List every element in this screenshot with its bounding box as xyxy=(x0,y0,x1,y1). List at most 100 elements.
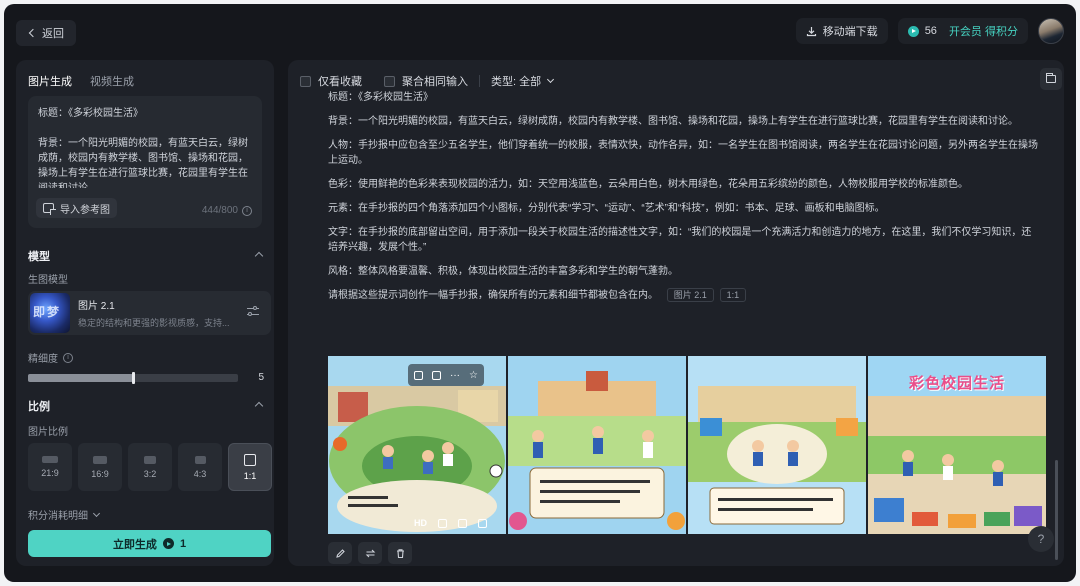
points-detail-toggle[interactable]: 积分消耗明细 xyxy=(28,507,101,522)
folder-button[interactable] xyxy=(1040,68,1062,90)
prompt-paragraph: 色彩：使用鲜艳的色彩来表现校园的活力，如：天空用浅蓝色，云朵用白色，树木用绿色，… xyxy=(328,179,968,190)
image-hover-toolbar: ··· ☆ xyxy=(408,364,484,386)
edit-wand-icon[interactable] xyxy=(438,518,447,528)
mobile-download-button[interactable]: 移动端下载 xyxy=(795,18,888,44)
ratio-option[interactable]: 1:1 xyxy=(228,443,272,491)
edit-button[interactable] xyxy=(328,542,352,564)
import-reference-button[interactable]: 导入参考图 xyxy=(36,198,117,218)
prompt-paragraph: 元素：在手抄报的四个角落添加四个小图标，分别代表“学习”、“运动”、“艺术”和“… xyxy=(328,203,885,214)
expand-icon[interactable] xyxy=(458,518,467,528)
ratio-option[interactable]: 4:3 xyxy=(178,443,222,491)
download-icon[interactable] xyxy=(432,370,441,380)
model-label: 生图模型 xyxy=(28,275,68,286)
ratio-chevron-up-icon[interactable] xyxy=(254,401,264,411)
prompt-text[interactable]: 标题：《多彩校园生活》 背景：一个阳光明媚的校园，有蓝天白云，绿树成荫，校园内有… xyxy=(38,106,252,188)
result-image-4[interactable]: 彩色校园生活 xyxy=(868,356,1046,534)
swap-icon xyxy=(365,549,375,557)
ratio-shape-icon xyxy=(93,455,107,464)
scrollbar[interactable] xyxy=(1055,460,1058,560)
header-actions: 移动端下载 56 开会员 得积分 xyxy=(795,18,1064,44)
result-image-2[interactable] xyxy=(508,356,686,534)
prompt-input[interactable]: 标题：《多彩校园生活》 背景：一个阳光明媚的校园，有蓝天白云，绿树成荫，校园内有… xyxy=(28,96,262,228)
delete-button[interactable] xyxy=(388,542,412,564)
help-button[interactable]: ? xyxy=(1028,526,1054,552)
generate-coin-icon xyxy=(162,538,174,549)
image-bottom-toolbar: HD xyxy=(414,518,487,528)
ratio-tag: 1:1 xyxy=(719,288,747,302)
folder-icon xyxy=(1046,73,1056,83)
ratio-option[interactable]: 3:2 xyxy=(128,443,172,491)
ratio-label: 1:1 xyxy=(243,470,257,481)
results-toolbar: 仅看收藏 聚合相同输入 类型: 全部 xyxy=(300,73,555,89)
results-panel: 仅看收藏 聚合相同输入 类型: 全部 标题：《多彩校园生活》 背景：一个阳光明媚… xyxy=(288,60,1064,566)
pencil-icon xyxy=(335,548,345,558)
model-thumbnail: 即梦 xyxy=(30,293,70,333)
favorite-star-icon[interactable]: ☆ xyxy=(469,370,478,381)
model-tag: 图片 2.1 xyxy=(666,288,714,302)
regenerate-button[interactable] xyxy=(358,542,382,564)
ratio-option[interactable]: 16:9 xyxy=(78,443,122,491)
ratio-label: 4:3 xyxy=(193,468,207,479)
ratio-shape-icon xyxy=(42,456,58,463)
char-count: 444/800 i xyxy=(202,205,252,216)
prompt-paragraph: 人物：手抄报中应包含至少五名学生，他们穿着统一的校服，表情欢快，动作各异，如：一… xyxy=(328,140,1038,166)
model-section-title: 模型 xyxy=(28,251,50,263)
points-pill[interactable]: 56 开会员 得积分 xyxy=(897,18,1028,44)
ratio-label: 3:2 xyxy=(143,468,157,479)
model-name: 图片 2.1 xyxy=(78,301,115,312)
prompt-paragraph: 风格：整体风格要温馨、积极，体现出校园生活的丰富多彩和学生的朝气蓬勃。 xyxy=(328,266,678,277)
back-button[interactable]: 返回 xyxy=(16,20,76,46)
tab-image-generation[interactable]: 图片生成 xyxy=(28,73,72,94)
prompt-last-line: 请根据这些提示词创作一幅手抄报，确保所有的元素和细节都被包含在内。 图片 2.1… xyxy=(328,288,1038,303)
record-actions xyxy=(328,542,412,564)
model-selector[interactable]: 即梦 图片 2.1 稳定的结构和更强的影视质感，支持... xyxy=(28,291,271,335)
detail-info-icon[interactable]: i xyxy=(63,352,73,363)
info-icon[interactable]: i xyxy=(242,205,252,216)
ratio-options: 21:9 16:9 3:2 4:3 1:1 xyxy=(28,443,272,491)
favorites-checkbox[interactable] xyxy=(300,75,311,87)
ratio-label: 21:9 xyxy=(41,468,59,478)
user-avatar[interactable] xyxy=(1038,18,1064,44)
merge-checkbox[interactable] xyxy=(384,75,395,87)
share-icon[interactable] xyxy=(414,370,423,380)
crop-icon[interactable] xyxy=(478,518,487,528)
chevron-up-icon[interactable] xyxy=(254,251,264,261)
back-label: 返回 xyxy=(42,28,64,40)
ratio-label: 16:9 xyxy=(91,468,109,479)
ratio-section-title: 比例 xyxy=(28,401,50,413)
generate-cost: 1 xyxy=(179,537,187,550)
import-reference-label: 导入参考图 xyxy=(60,204,110,216)
chevron-down-icon xyxy=(92,509,101,517)
divider xyxy=(479,75,480,87)
merge-label[interactable]: 聚合相同输入 xyxy=(402,73,468,89)
result-image-3[interactable] xyxy=(688,356,866,534)
favorites-label[interactable]: 仅看收藏 xyxy=(318,73,362,89)
more-icon[interactable]: ··· xyxy=(450,370,460,381)
image-upload-icon xyxy=(43,203,56,215)
prompt-record: 标题：《多彩校园生活》 背景：一个阳光明媚的校园，有蓝天白云，绿树成荫，校园内有… xyxy=(328,90,1038,312)
chevron-left-icon xyxy=(28,28,38,38)
download-label: 移动端下载 xyxy=(822,26,878,38)
detail-label: 精细度 xyxy=(28,354,58,365)
char-count-value: 444/800 xyxy=(201,205,238,216)
tab-video-generation[interactable]: 视频生成 xyxy=(90,73,134,94)
detail-value: 5 xyxy=(258,372,264,383)
generation-tabs: 图片生成 视频生成 xyxy=(16,60,274,94)
model-settings-icon[interactable] xyxy=(247,306,259,318)
ratio-shape-icon xyxy=(244,453,256,466)
vip-link[interactable]: 开会员 得积分 xyxy=(949,23,1018,39)
prompt-paragraph: 背景：一个阳光明媚的校园，有蓝天白云，绿树成荫，校园内有教学楼、图书馆、操场和花… xyxy=(328,116,1018,127)
ratio-shape-icon xyxy=(194,455,206,464)
result-image-1[interactable]: ··· ☆ HD xyxy=(328,356,506,534)
ratio-option[interactable]: 21:9 xyxy=(28,443,72,491)
type-filter[interactable]: 类型: 全部 xyxy=(491,73,541,89)
detail-slider[interactable] xyxy=(28,372,238,384)
ratio-label: 图片比例 xyxy=(28,427,68,438)
hd-button[interactable]: HD xyxy=(414,518,427,528)
result-gallery: ··· ☆ HD 彩色校园生活 xyxy=(328,356,1046,534)
detail-slider-handle[interactable] xyxy=(132,372,135,384)
prompt-paragraph: 文字：在手抄报的底部留出空间，用于添加一段关于校园生活的描述性文字，如：“我们的… xyxy=(328,227,1032,253)
type-chevron-down-icon[interactable] xyxy=(547,75,555,84)
generate-label: 立即生成 xyxy=(112,538,157,551)
generate-button[interactable]: 立即生成 1 xyxy=(28,530,271,557)
